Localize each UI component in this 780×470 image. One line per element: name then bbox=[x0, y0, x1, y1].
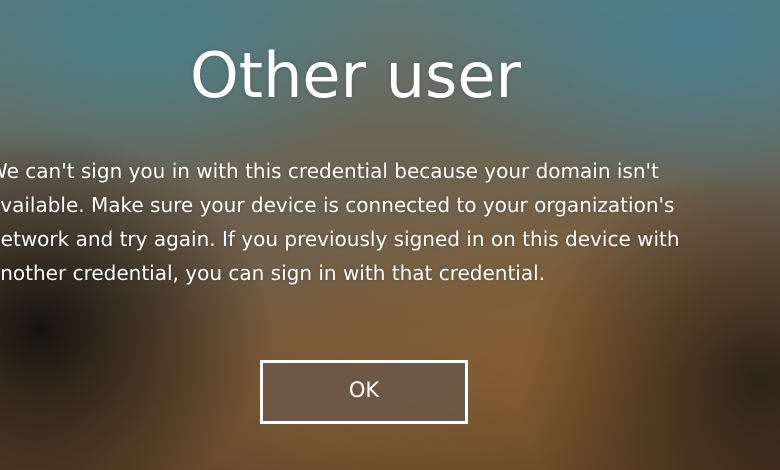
ok-button[interactable]: OK bbox=[260, 360, 468, 424]
ok-button-label: OK bbox=[348, 377, 380, 402]
error-message-line-4: another credential, you can sign in with… bbox=[0, 261, 546, 285]
page-title: Other user bbox=[190, 39, 521, 112]
error-message: We can't sign you in with this credentia… bbox=[0, 154, 758, 290]
error-message-line-3: network and try again. If you previously… bbox=[0, 227, 680, 251]
error-message-line-2: available. Make sure your device is conn… bbox=[0, 193, 675, 217]
lock-screen-background: Other user We can't sign you in with thi… bbox=[0, 0, 780, 470]
error-message-line-1: We can't sign you in with this credentia… bbox=[0, 159, 659, 183]
